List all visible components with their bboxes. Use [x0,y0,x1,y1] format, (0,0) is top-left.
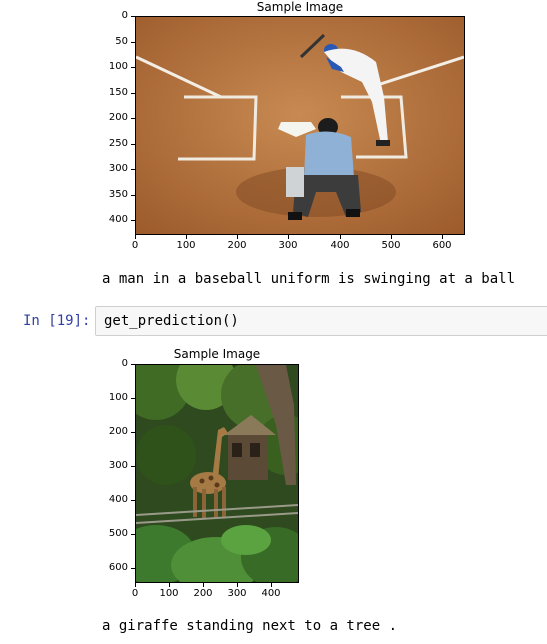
x-tick-label: 600 [432,240,452,251]
x-tick-label: 400 [261,588,281,599]
x-tick-label: 200 [227,240,247,251]
giraffe-image [135,364,299,583]
x-tick-label: 300 [278,240,298,251]
x-tick-label: 400 [330,240,350,251]
y-tick-label: 0 [121,358,128,369]
x-tick-label: 0 [131,588,139,599]
cell-prompt: In [19]: [23,313,91,329]
code-input-cell[interactable]: get_prediction() [95,306,547,336]
y-tick-label: 0 [121,10,128,21]
prediction-caption: a man in a baseball uniform is swinging … [102,271,516,287]
plot-title: Sample Image [256,0,344,14]
y-tick-label: 100 [108,392,128,403]
y-tick-label: 300 [108,460,128,471]
y-tick-label: 50 [115,36,128,47]
plot-title: Sample Image [173,347,261,361]
x-tick-label: 0 [131,240,139,251]
y-tick-label: 400 [108,214,128,225]
code-text: get_prediction() [104,313,239,329]
x-tick-label: 500 [381,240,401,251]
y-tick-label: 150 [108,87,128,98]
y-tick-label: 600 [108,562,128,573]
x-tick-label: 200 [193,588,213,599]
y-tick-label: 500 [108,528,128,539]
x-tick-label: 100 [176,240,196,251]
y-tick-label: 350 [108,189,128,200]
y-tick-label: 200 [108,426,128,437]
x-tick-label: 100 [159,588,179,599]
baseball-image [135,16,465,235]
y-tick-label: 250 [108,138,128,149]
prediction-caption: a giraffe standing next to a tree . [102,618,398,634]
y-tick-label: 100 [108,61,128,72]
y-tick-label: 300 [108,163,128,174]
y-tick-label: 400 [108,494,128,505]
y-tick-label: 200 [108,112,128,123]
x-tick-label: 300 [227,588,247,599]
